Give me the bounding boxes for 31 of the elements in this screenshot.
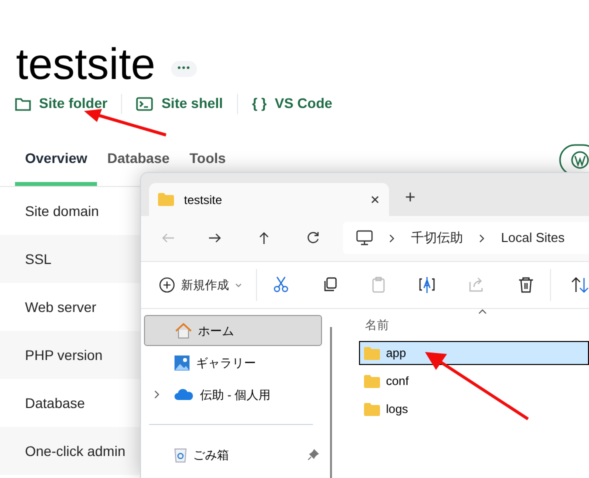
row-label: Web server	[25, 298, 96, 316]
close-button[interactable]: ✕	[370, 190, 380, 208]
row-label: One-click admin	[25, 442, 126, 460]
nav-item[interactable]: ごみ箱	[144, 439, 322, 470]
breadcrumb[interactable]: 千切伝助	[411, 228, 463, 248]
nav-item[interactable]: ギャラリー	[144, 347, 322, 378]
explorer-tab[interactable]: testsite ✕	[149, 183, 389, 216]
tab[interactable]: Tools	[180, 146, 236, 170]
action-link[interactable]: { } VS Code	[252, 93, 332, 114]
nav-item[interactable]: ホーム	[144, 315, 322, 346]
row-label: PHP version	[25, 346, 103, 364]
address-bar[interactable]: 千切伝助 Local Sites	[343, 222, 589, 254]
new-tab-button[interactable]: +	[405, 187, 416, 207]
tab[interactable]: Database	[97, 146, 180, 170]
row-label: Database	[25, 394, 85, 412]
action-link[interactable]: Site shell	[136, 93, 223, 114]
action-link[interactable]: Site folder	[15, 93, 108, 114]
file-row[interactable]: conf	[359, 369, 589, 393]
file-row[interactable]: app	[359, 341, 589, 365]
braces-icon: { }	[252, 93, 267, 114]
more-button[interactable]: •••	[171, 61, 197, 77]
nav-item[interactable]: 伝助 - 個人用	[144, 379, 322, 410]
row-label: SSL	[25, 250, 52, 268]
column-header[interactable]: 名前	[359, 309, 589, 341]
new-button[interactable]: 新規作成	[159, 269, 257, 301]
tab-title: testsite	[184, 192, 224, 208]
site-title: testsite	[16, 40, 156, 90]
breadcrumb[interactable]: Local Sites	[501, 228, 565, 248]
row-label: Site domain	[25, 202, 99, 220]
tab[interactable]: Overview	[15, 146, 98, 170]
file-row[interactable]: logs	[359, 397, 589, 421]
